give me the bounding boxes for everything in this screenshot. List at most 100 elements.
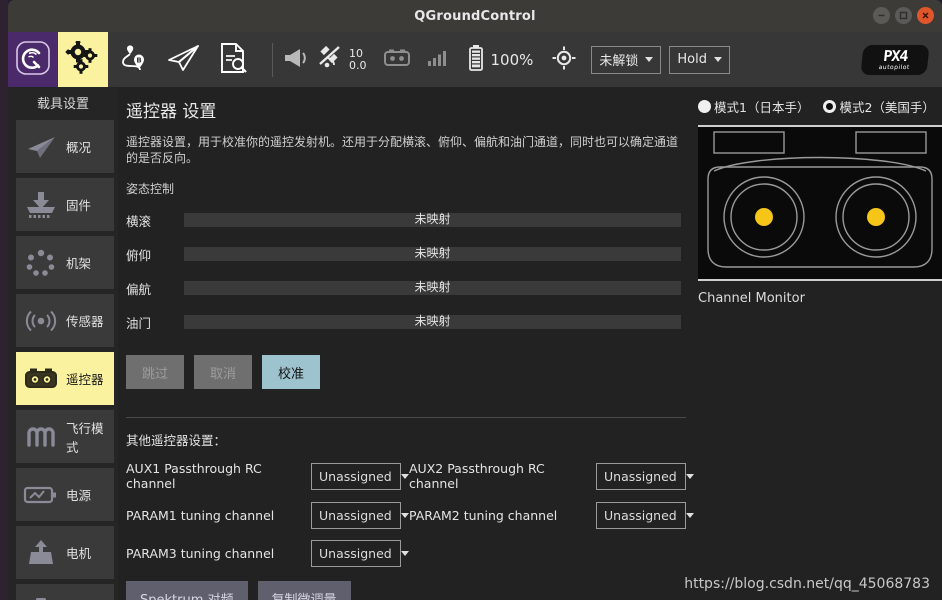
minimize-button[interactable] xyxy=(873,7,890,24)
messages-indicator[interactable] xyxy=(281,45,311,75)
channel-monitor-panel: 模式1（日本手） 模式2（美国手） Channel Monitor xyxy=(698,97,942,306)
fly-paperplane-icon xyxy=(165,43,201,77)
mode1-label: 模式1（日本手） xyxy=(714,100,810,115)
sidebar-item-summary[interactable]: 概况 xyxy=(16,120,114,173)
close-button[interactable] xyxy=(917,7,934,24)
gps-values: 10 0.0 xyxy=(349,48,367,71)
gps-satellite-count: 10 xyxy=(349,46,363,60)
qgc-logo-icon xyxy=(15,40,51,80)
px4-logo-line1: PX4 xyxy=(882,47,909,65)
firmware-download-icon xyxy=(22,187,60,223)
window-controls xyxy=(873,7,934,24)
rc-controller-icon xyxy=(22,361,60,397)
telemetry-indicator[interactable] xyxy=(427,48,449,72)
sidebar-label: 电机 xyxy=(66,546,92,561)
sidebar-item-flight-modes[interactable]: 飞行模式 xyxy=(16,410,114,463)
vehicle-setup-button[interactable] xyxy=(58,32,108,87)
cancel-button[interactable]: 取消 xyxy=(194,355,252,390)
other-settings-grid: AUX1 Passthrough RC channel Unassigned A… xyxy=(126,461,942,568)
transmitter-svg xyxy=(707,131,933,268)
svg-text:B: B xyxy=(136,56,141,64)
channel-bar: 未映射 xyxy=(184,246,681,262)
gps-target-indicator[interactable] xyxy=(551,45,577,75)
channel-monitor-label: Channel Monitor xyxy=(698,291,805,306)
right-stick-dot xyxy=(867,208,885,226)
sidebar-item-firmware[interactable]: 固件 xyxy=(16,178,114,231)
chevron-down-icon xyxy=(400,513,409,519)
mode1-radio[interactable]: 模式1（日本手） xyxy=(698,97,809,116)
calibrate-button[interactable]: 校准 xyxy=(262,355,320,390)
param2-value: Unassigned xyxy=(604,508,677,524)
arm-state-label: 未解锁 xyxy=(599,54,639,69)
other-settings-label: 其他遥控器设置： xyxy=(126,433,227,449)
maximize-button[interactable] xyxy=(895,7,912,24)
qgc-logo-button[interactable] xyxy=(8,32,58,87)
skip-button[interactable]: 跳过 xyxy=(126,355,184,390)
param3-label: PARAM3 tuning channel xyxy=(126,546,275,562)
vehicle-setup-sidebar: 载具设置 概况 固件 机架 传感器 遥控器 飞行模式 电源 电机 xyxy=(8,87,118,600)
window-titlebar: QGroundControl xyxy=(8,0,942,32)
param1-select[interactable]: Unassigned xyxy=(311,502,409,530)
calibration-buttons: 跳过 取消 校准 xyxy=(126,355,942,390)
flight-mode-button[interactable]: Hold xyxy=(669,45,730,74)
plan-button[interactable]: B xyxy=(108,32,158,87)
desktop-background-strip xyxy=(0,0,8,600)
fly-button[interactable] xyxy=(158,32,208,87)
aux1-select[interactable]: Unassigned xyxy=(311,462,409,490)
chevron-down-icon xyxy=(645,57,654,62)
aux2-label: AUX2 Passthrough RC channel xyxy=(409,461,545,492)
param3-select[interactable]: Unassigned xyxy=(311,540,409,568)
channel-bar: 未映射 xyxy=(184,314,681,330)
gps-indicator[interactable]: 10 0.0 xyxy=(317,44,367,76)
channel-name: 俯仰 xyxy=(126,247,152,263)
settings-row: AUX1 Passthrough RC channel Unassigned A… xyxy=(126,461,942,491)
application-body: 载具设置 概况 固件 机架 传感器 遥控器 飞行模式 电源 电机 遥控器 设置 … xyxy=(8,87,942,600)
sidebar-item-radio[interactable]: 遥控器 xyxy=(16,352,114,405)
gps-target-icon xyxy=(551,45,577,75)
mode2-radio[interactable]: 模式2（美国手） xyxy=(823,97,935,116)
aux2-value: Unassigned xyxy=(604,468,677,484)
signal-bars-icon xyxy=(427,48,449,72)
main-toolbar: B 10 0.0 100% 未解锁 Hold PX4 autopilot xyxy=(8,32,942,87)
aux1-label: AUX1 Passthrough RC channel xyxy=(126,461,262,492)
sidebar-item-airframe[interactable]: 机架 xyxy=(16,236,114,289)
radio-setup-panel: 遥控器 设置 遥控器设置，用于校准你的遥控发射机。还用于分配横滚、俯仰、偏航和油… xyxy=(118,87,942,600)
copy-trims-button[interactable]: 复制微调量 xyxy=(257,581,351,600)
channel-value: 未映射 xyxy=(414,314,451,329)
chevron-down-icon xyxy=(685,473,694,479)
sidebar-label: 概况 xyxy=(66,140,92,155)
param3-value: Unassigned xyxy=(319,546,392,562)
mode2-label: 模式2（美国手） xyxy=(839,100,935,115)
section-divider xyxy=(126,417,686,419)
gps-hdop: 0.0 xyxy=(349,58,367,72)
analyze-document-icon xyxy=(217,41,249,79)
chevron-down-icon xyxy=(714,57,722,62)
plan-waypoints-icon: B xyxy=(116,41,150,79)
sensors-waves-icon xyxy=(22,303,60,339)
channel-name: 油门 xyxy=(126,315,152,331)
sidebar-item-safety[interactable]: 安全 xyxy=(16,584,114,600)
rc-indicator[interactable] xyxy=(383,48,411,72)
arm-disarm-button[interactable]: 未解锁 xyxy=(591,45,662,74)
sidebar-label: 电源 xyxy=(66,488,92,503)
radio-dot-selected-icon xyxy=(823,100,837,113)
megaphone-icon xyxy=(281,45,311,75)
analyze-button[interactable] xyxy=(208,32,258,87)
spektrum-bind-button[interactable]: Spektrum 对频 xyxy=(126,581,248,600)
sidebar-item-sensors[interactable]: 传感器 xyxy=(16,294,114,347)
channel-bar: 未映射 xyxy=(184,280,681,296)
channel-bar: 未映射 xyxy=(184,212,681,228)
sidebar-item-motors[interactable]: 电机 xyxy=(16,526,114,579)
sidebar-item-power[interactable]: 电源 xyxy=(16,468,114,521)
battery-indicator[interactable]: 100% xyxy=(467,44,533,76)
aux2-select[interactable]: Unassigned xyxy=(596,462,694,490)
radio-dot-icon xyxy=(698,100,711,113)
param2-select[interactable]: Unassigned xyxy=(596,502,694,530)
flight-modes-squiggle-icon xyxy=(22,419,60,455)
channel-value: 未映射 xyxy=(414,212,451,227)
param2-label: PARAM2 tuning channel xyxy=(409,508,558,524)
channel-name: 偏航 xyxy=(126,281,152,297)
aux1-value: Unassigned xyxy=(319,468,392,484)
sidebar-label: 飞行模式 xyxy=(66,420,104,455)
window-title: QGroundControl xyxy=(414,8,536,24)
